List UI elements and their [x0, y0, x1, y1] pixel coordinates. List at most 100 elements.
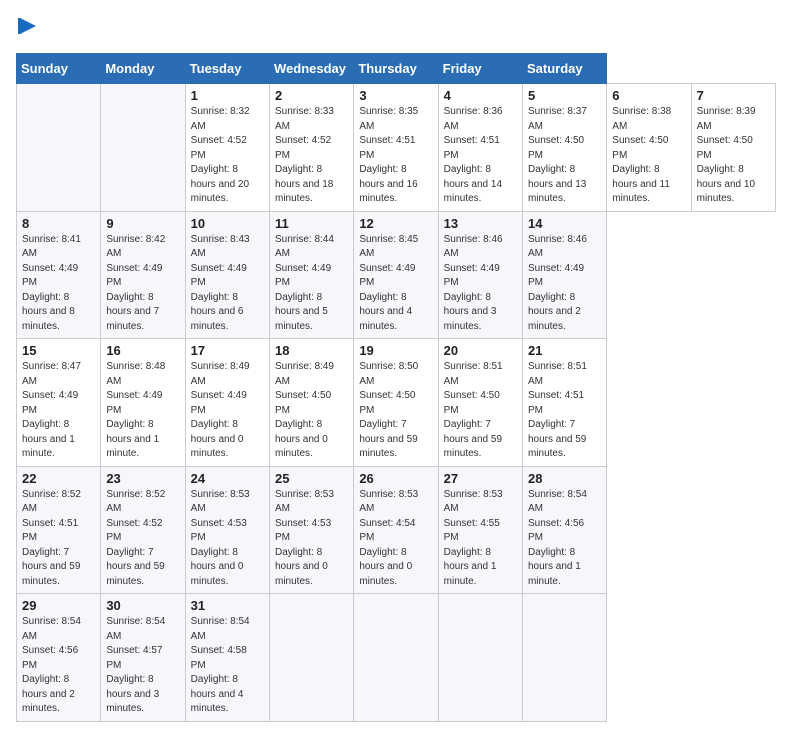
cell-info: Sunrise: 8:52 AMSunset: 4:51 PMDaylight:…	[22, 488, 95, 590]
day-number: 22	[22, 471, 95, 486]
cell-info: Sunrise: 8:51 AMSunset: 4:50 PMDaylight:…	[444, 360, 517, 462]
day-number: 11	[275, 216, 348, 231]
day-number: 21	[528, 343, 601, 358]
page-header	[16, 16, 776, 43]
cell-info: Sunrise: 8:53 AMSunset: 4:53 PMDaylight:…	[191, 488, 264, 590]
calendar-cell: 3 Sunrise: 8:35 AMSunset: 4:51 PMDaylight…	[354, 84, 438, 212]
cell-info: Sunrise: 8:53 AMSunset: 4:53 PMDaylight:…	[275, 488, 348, 590]
page-container: SundayMondayTuesdayWednesdayThursdayFrid…	[0, 0, 792, 732]
day-number: 28	[528, 471, 601, 486]
calendar-cell: 13Sunrise: 8:46 AMSunset: 4:49 PMDayligh…	[438, 211, 522, 339]
day-number: 19	[359, 343, 432, 358]
cell-info: Sunrise: 8:45 AMSunset: 4:49 PMDaylight:…	[359, 233, 432, 335]
cell-info: Sunrise: 8:53 AMSunset: 4:54 PMDaylight:…	[359, 488, 432, 590]
cell-info: Sunrise: 8:46 AMSunset: 4:49 PMDaylight:…	[528, 233, 601, 335]
day-number: 30	[106, 598, 179, 613]
calendar-cell: 1 Sunrise: 8:32 AMSunset: 4:52 PMDaylight…	[185, 84, 269, 212]
day-number: 10	[191, 216, 264, 231]
calendar-week-row: 1 Sunrise: 8:32 AMSunset: 4:52 PMDaylight…	[17, 84, 776, 212]
day-number: 20	[444, 343, 517, 358]
calendar-cell: 2 Sunrise: 8:33 AMSunset: 4:52 PMDaylight…	[269, 84, 353, 212]
calendar-cell: 4Sunrise: 8:36 AMSunset: 4:51 PMDaylight…	[438, 84, 522, 212]
calendar-week-row: 22 Sunrise: 8:52 AMSunset: 4:51 PMDayligh…	[17, 466, 776, 594]
day-number: 3	[359, 88, 432, 103]
cell-info: Sunrise: 8:37 AMSunset: 4:50 PMDaylight:…	[528, 105, 601, 207]
logo-icon	[18, 16, 40, 38]
calendar-cell: 6Sunrise: 8:38 AMSunset: 4:50 PMDaylight…	[607, 84, 691, 212]
day-number: 16	[106, 343, 179, 358]
cell-info: Sunrise: 8:39 AMSunset: 4:50 PMDaylight:…	[697, 105, 770, 207]
calendar-cell: 24 Sunrise: 8:53 AMSunset: 4:53 PMDayligh…	[185, 466, 269, 594]
cell-info: Sunrise: 8:54 AMSunset: 4:56 PMDaylight:…	[528, 488, 601, 590]
calendar-cell: 26Sunrise: 8:53 AMSunset: 4:54 PMDayligh…	[354, 466, 438, 594]
calendar-cell: 28 Sunrise: 8:54 AMSunset: 4:56 PMDayligh…	[522, 466, 606, 594]
cell-info: Sunrise: 8:51 AMSunset: 4:51 PMDaylight:…	[528, 360, 601, 462]
logo	[16, 16, 40, 43]
calendar-header-row: SundayMondayTuesdayWednesdayThursdayFrid…	[17, 54, 776, 84]
day-number: 7	[697, 88, 770, 103]
calendar-cell: 23 Sunrise: 8:52 AMSunset: 4:52 PMDayligh…	[101, 466, 185, 594]
calendar-cell: 30 Sunrise: 8:54 AMSunset: 4:57 PMDayligh…	[101, 594, 185, 722]
calendar-cell: 31 Sunrise: 8:54 AMSunset: 4:58 PMDayligh…	[185, 594, 269, 722]
cell-info: Sunrise: 8:50 AMSunset: 4:50 PMDaylight:…	[359, 360, 432, 462]
calendar-day-header: Monday	[101, 54, 185, 84]
calendar-cell	[354, 594, 438, 722]
cell-info: Sunrise: 8:44 AMSunset: 4:49 PMDaylight:…	[275, 233, 348, 335]
day-number: 15	[22, 343, 95, 358]
calendar-cell: 18 Sunrise: 8:49 AMSunset: 4:50 PMDayligh…	[269, 339, 353, 467]
calendar-cell: 15 Sunrise: 8:47 AMSunset: 4:49 PMDayligh…	[17, 339, 101, 467]
calendar-cell: 21 Sunrise: 8:51 AMSunset: 4:51 PMDayligh…	[522, 339, 606, 467]
cell-info: Sunrise: 8:49 AMSunset: 4:50 PMDaylight:…	[275, 360, 348, 462]
day-number: 2	[275, 88, 348, 103]
day-number: 17	[191, 343, 264, 358]
day-number: 5	[528, 88, 601, 103]
calendar-cell: 9 Sunrise: 8:42 AMSunset: 4:49 PMDaylight…	[101, 211, 185, 339]
cell-info: Sunrise: 8:52 AMSunset: 4:52 PMDaylight:…	[106, 488, 179, 590]
calendar-cell: 17 Sunrise: 8:49 AMSunset: 4:49 PMDayligh…	[185, 339, 269, 467]
calendar-week-row: 15 Sunrise: 8:47 AMSunset: 4:49 PMDayligh…	[17, 339, 776, 467]
cell-info: Sunrise: 8:49 AMSunset: 4:49 PMDaylight:…	[191, 360, 264, 462]
day-number: 24	[191, 471, 264, 486]
calendar-cell: 10 Sunrise: 8:43 AMSunset: 4:49 PMDayligh…	[185, 211, 269, 339]
day-number: 9	[106, 216, 179, 231]
day-number: 12	[359, 216, 432, 231]
calendar-cell	[522, 594, 606, 722]
calendar-cell: 29Sunrise: 8:54 AMSunset: 4:56 PMDayligh…	[17, 594, 101, 722]
cell-info: Sunrise: 8:36 AMSunset: 4:51 PMDaylight:…	[444, 105, 517, 207]
cell-info: Sunrise: 8:33 AMSunset: 4:52 PMDaylight:…	[275, 105, 348, 207]
calendar-cell: 12 Sunrise: 8:45 AMSunset: 4:49 PMDayligh…	[354, 211, 438, 339]
day-number: 23	[106, 471, 179, 486]
cell-info: Sunrise: 8:41 AMSunset: 4:49 PMDaylight:…	[22, 233, 95, 335]
calendar-table: SundayMondayTuesdayWednesdayThursdayFrid…	[16, 53, 776, 722]
cell-info: Sunrise: 8:54 AMSunset: 4:58 PMDaylight:…	[191, 615, 264, 717]
cell-info: Sunrise: 8:53 AMSunset: 4:55 PMDaylight:…	[444, 488, 517, 590]
calendar-cell: 8 Sunrise: 8:41 AMSunset: 4:49 PMDaylight…	[17, 211, 101, 339]
cell-info: Sunrise: 8:42 AMSunset: 4:49 PMDaylight:…	[106, 233, 179, 335]
day-number: 18	[275, 343, 348, 358]
calendar-cell: 14Sunrise: 8:46 AMSunset: 4:49 PMDayligh…	[522, 211, 606, 339]
day-number: 25	[275, 471, 348, 486]
cell-info: Sunrise: 8:32 AMSunset: 4:52 PMDaylight:…	[191, 105, 264, 207]
cell-info: Sunrise: 8:46 AMSunset: 4:49 PMDaylight:…	[444, 233, 517, 335]
calendar-day-header: Saturday	[522, 54, 606, 84]
cell-info: Sunrise: 8:35 AMSunset: 4:51 PMDaylight:…	[359, 105, 432, 207]
calendar-cell: 11 Sunrise: 8:44 AMSunset: 4:49 PMDayligh…	[269, 211, 353, 339]
day-number: 8	[22, 216, 95, 231]
calendar-cell: 7 Sunrise: 8:39 AMSunset: 4:50 PMDaylight…	[691, 84, 775, 212]
day-number: 29	[22, 598, 95, 613]
cell-info: Sunrise: 8:48 AMSunset: 4:49 PMDaylight:…	[106, 360, 179, 462]
day-number: 31	[191, 598, 264, 613]
calendar-cell: 5 Sunrise: 8:37 AMSunset: 4:50 PMDaylight…	[522, 84, 606, 212]
cell-info: Sunrise: 8:54 AMSunset: 4:57 PMDaylight:…	[106, 615, 179, 717]
calendar-day-header: Thursday	[354, 54, 438, 84]
calendar-cell: 22 Sunrise: 8:52 AMSunset: 4:51 PMDayligh…	[17, 466, 101, 594]
calendar-cell: 20 Sunrise: 8:51 AMSunset: 4:50 PMDayligh…	[438, 339, 522, 467]
day-number: 1	[191, 88, 264, 103]
calendar-cell: 27 Sunrise: 8:53 AMSunset: 4:55 PMDayligh…	[438, 466, 522, 594]
day-number: 27	[444, 471, 517, 486]
calendar-cell	[17, 84, 101, 212]
calendar-week-row: 29Sunrise: 8:54 AMSunset: 4:56 PMDayligh…	[17, 594, 776, 722]
cell-info: Sunrise: 8:43 AMSunset: 4:49 PMDaylight:…	[191, 233, 264, 335]
cell-info: Sunrise: 8:47 AMSunset: 4:49 PMDaylight:…	[22, 360, 95, 462]
calendar-day-header: Friday	[438, 54, 522, 84]
